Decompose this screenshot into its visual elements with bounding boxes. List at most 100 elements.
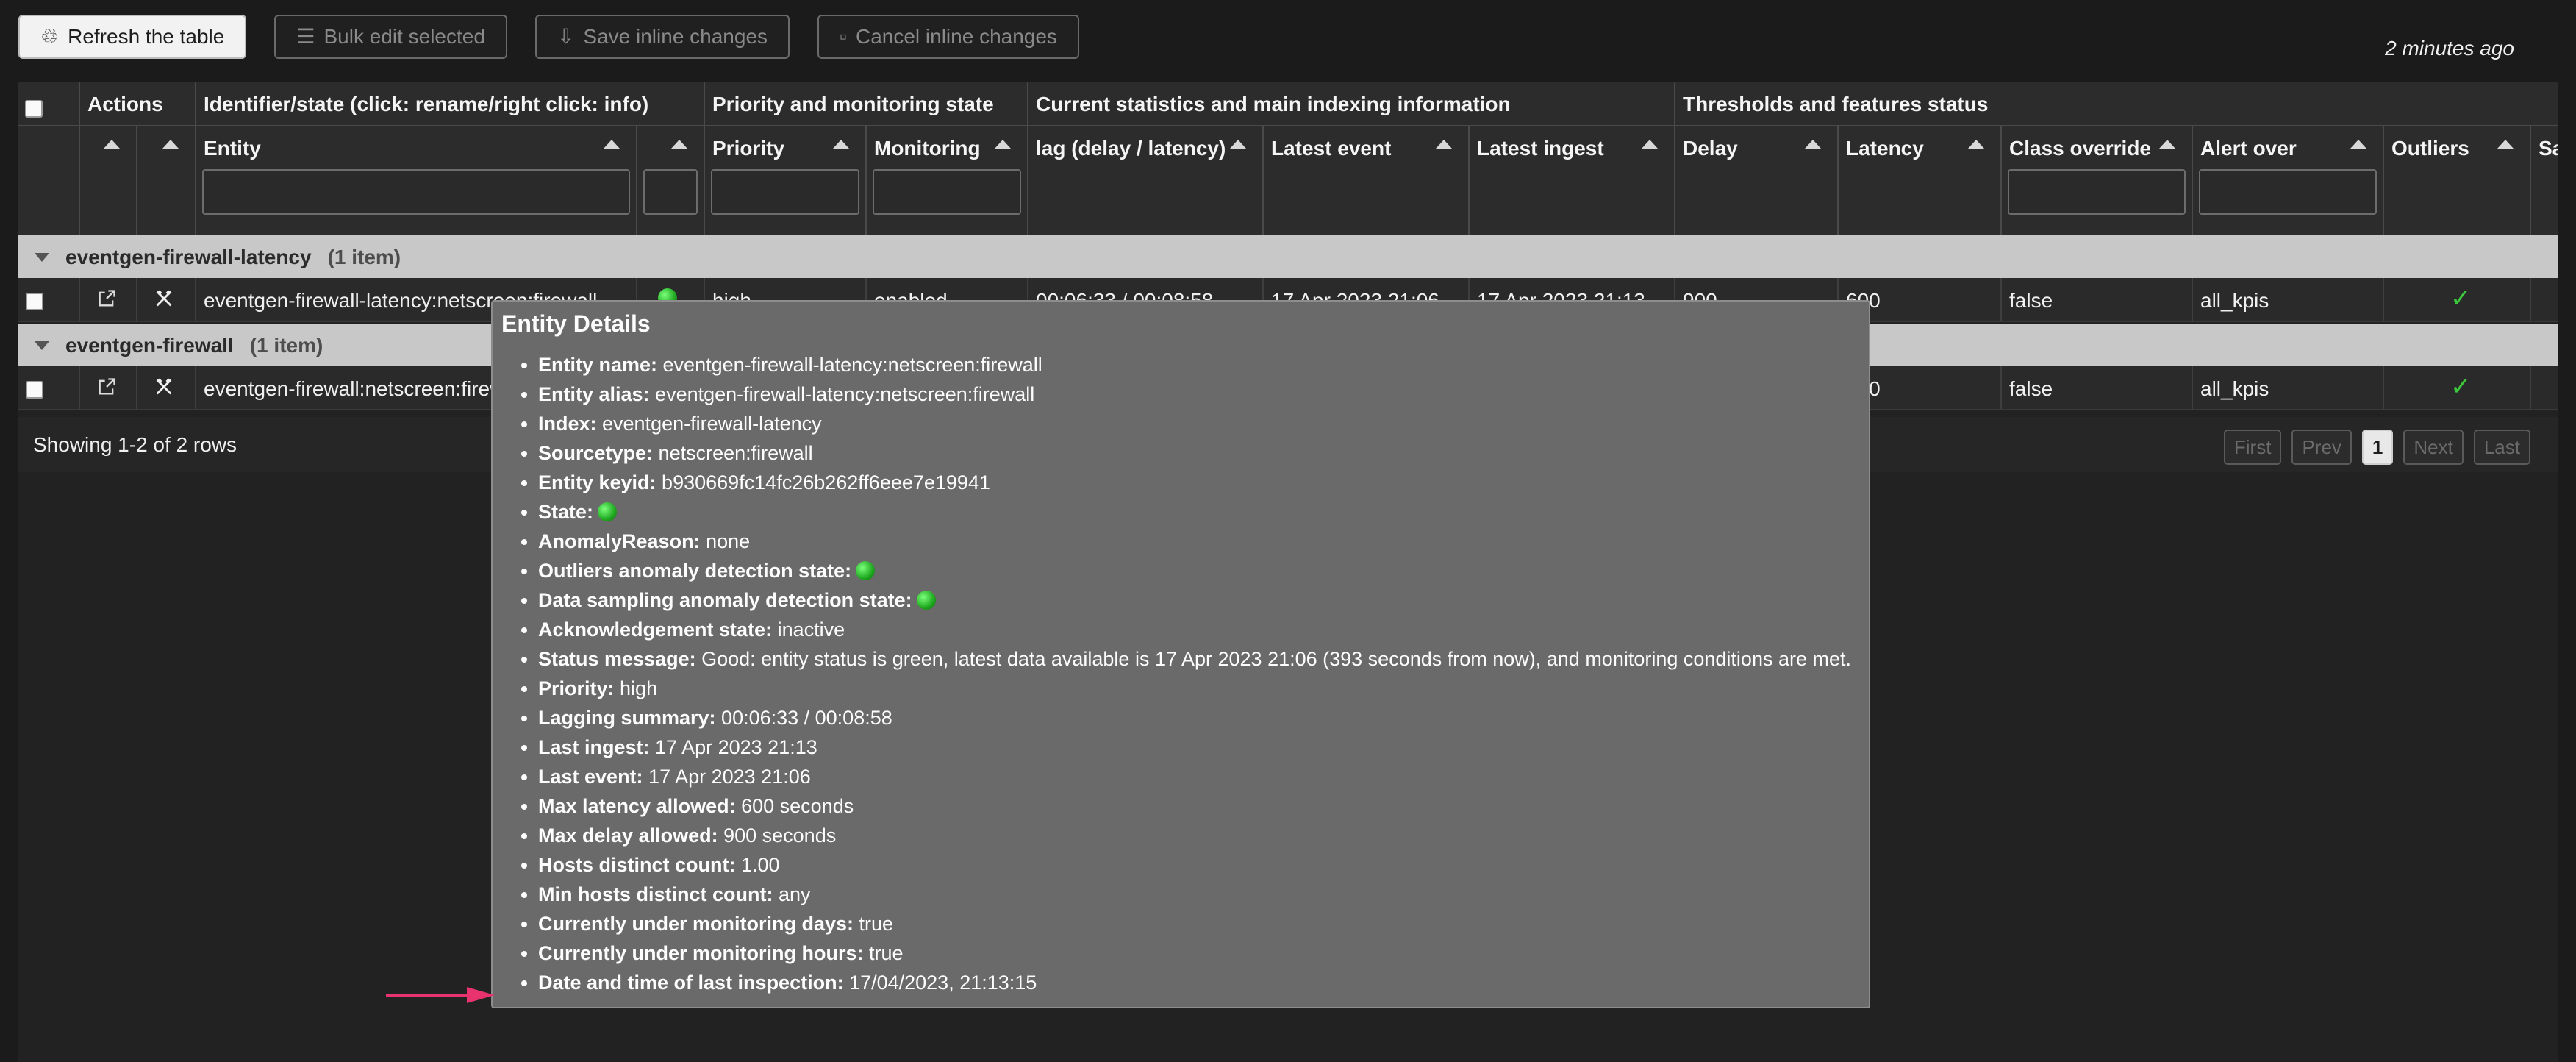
detail-value: high [614,677,658,699]
detail-label: Lagging summary: [538,707,716,729]
detail-value: true [854,913,894,935]
group-name-text: eventgen-firewall [65,334,234,357]
tooltip-title: Entity Details [501,310,651,337]
class-override-value: false [2009,289,2053,312]
external-link-icon[interactable] [96,288,117,309]
collapse-icon[interactable] [35,341,49,350]
bulk-edit-button[interactable]: ☰ Bulk edit selected [274,15,507,59]
class-override-cell[interactable]: false [2000,278,2192,321]
monitoring-filter-input[interactable] [873,169,1021,215]
column-entity-label: Entity [204,137,261,160]
column-actions-edit[interactable] [136,126,195,241]
entity-filter-input[interactable] [202,169,630,215]
tools-icon[interactable] [154,377,174,397]
detail-label: Last event: [538,766,643,788]
column-alert-over[interactable]: Alert over [2192,126,2383,241]
priority-filter-input[interactable] [711,169,859,215]
entity-details-tooltip: Entity Details Entity name: eventgen-fir… [491,300,1870,1008]
class-override-value: false [2009,377,2053,400]
detail-value: 17 Apr 2023 21:13 [649,736,817,758]
header-group-thresholds-label: Thresholds and features status [1683,93,1989,115]
select-all-checkbox[interactable] [25,100,43,118]
state-filter-input[interactable] [643,169,698,215]
detail-value: 17/04/2023, 21:13:15 [843,972,1037,994]
detail-value: 900 seconds [718,824,837,847]
entity-detail-item: Index: eventgen-firewall-latency [538,409,1863,438]
entity-detail-item: AnomalyReason: none [538,527,1863,556]
detail-value: true [863,942,904,964]
annotation-arrow-icon [386,987,495,1003]
column-entity[interactable]: Entity [195,126,636,241]
collapse-icon[interactable] [35,253,49,262]
header-group-stats: Current statistics and main indexing inf… [1027,82,1674,125]
check-icon: ✓ [2450,285,2472,313]
next-page-button[interactable]: Next [2403,430,2464,465]
detail-value: inactive [772,619,845,641]
row-checkbox[interactable] [26,293,43,310]
sliders-icon: ☰ [296,25,315,48]
detail-value: Good: entity status is green, latest dat… [695,648,1851,670]
detail-label: Priority: [538,677,615,699]
alert-over-filter-input[interactable] [2199,169,2377,215]
entity-detail-item: Outliers anomaly detection state: [538,556,1863,585]
sort-icon [1642,140,1658,149]
cancel-inline-button[interactable]: ▫ Cancel inline changes [817,15,1079,59]
page-1-button[interactable]: 1 [2361,430,2394,465]
header-group-priority-monitoring: Priority and monitoring state [704,82,1027,125]
column-lag[interactable]: lag (delay / latency) [1027,126,1262,241]
column-latest-ingest[interactable]: Latest ingest [1468,126,1674,241]
column-latest-event-label: Latest event [1271,137,1392,160]
entity-detail-item: Max delay allowed: 900 seconds [538,821,1863,850]
column-delay-label: Delay [1683,137,1738,160]
column-actions-open[interactable] [79,126,136,241]
first-page-button[interactable]: First [2223,430,2282,465]
prev-page-button[interactable]: Prev [2291,430,2352,465]
header-group-priority-label: Priority and monitoring state [712,93,994,115]
group-row[interactable]: eventgen-firewall-latency (1 item) [18,235,2558,278]
column-sa[interactable]: Sa [2530,126,2558,241]
entity-detail-item: Entity alias: eventgen-firewall-latency:… [538,379,1863,409]
detail-label: Currently under monitoring hours: [538,942,864,964]
detail-label: Max delay allowed: [538,824,718,847]
class-override-filter-input[interactable] [2008,169,2186,215]
column-class-override[interactable]: Class override [2000,126,2192,241]
refresh-table-button[interactable]: ♲ Refresh the table [18,15,247,59]
last-page-button[interactable]: Last [2473,430,2530,465]
external-link-icon[interactable] [96,377,117,397]
alert-over-cell[interactable]: all_kpis [2192,278,2383,321]
tools-icon[interactable] [154,288,174,309]
save-inline-button[interactable]: ⇩ Save inline changes [534,15,790,59]
column-outliers[interactable]: Outliers [2383,126,2530,241]
outliers-cell[interactable]: ✓ [2383,278,2530,321]
column-state[interactable] [636,126,704,241]
entity-detail-item: Hosts distinct count: 1.00 [538,850,1863,880]
outliers-cell[interactable]: ✓ [2383,366,2530,409]
entity-detail-item: Entity keyid: b930669fc14fc26b262ff6eee7… [538,468,1863,497]
column-class-override-label: Class override [2009,137,2151,160]
pagination: First Prev 1 Next Last [2223,430,2530,465]
header-group-identifier-label: Identifier/state (click: rename/right cl… [204,93,649,115]
detail-label: Acknowledgement state: [538,619,773,641]
detail-value: eventgen-firewall-latency:netscreen:fire… [657,354,1042,376]
detail-value: 1.00 [735,854,780,876]
group-name: eventgen-firewall (1 item) [65,334,323,357]
column-latency[interactable]: Latency [1837,126,2000,241]
group-name-text: eventgen-firewall-latency [65,246,312,268]
row-checkbox[interactable] [26,381,43,399]
column-priority[interactable]: Priority [704,126,865,241]
detail-label: Status message: [538,648,696,670]
class-override-cell[interactable]: false [2000,366,2192,409]
alert-over-cell[interactable]: all_kpis [2192,366,2383,409]
detail-label: Outliers anomaly detection state: [538,560,852,582]
entity-detail-item: Currently under monitoring hours: true [538,938,1863,968]
entity-detail-item: Min hosts distinct count: any [538,880,1863,909]
sa-cell [2530,366,2558,409]
edit-cell [136,278,195,321]
sort-icon [995,140,1011,149]
column-delay[interactable]: Delay [1674,126,1837,241]
column-latest-event[interactable]: Latest event [1262,126,1468,241]
detail-label: Last ingest: [538,736,650,758]
entity-name: eventgen-firewall:netscreen:firewall [204,377,526,400]
edit-cell [136,366,195,409]
column-monitoring[interactable]: Monitoring [865,126,1027,241]
